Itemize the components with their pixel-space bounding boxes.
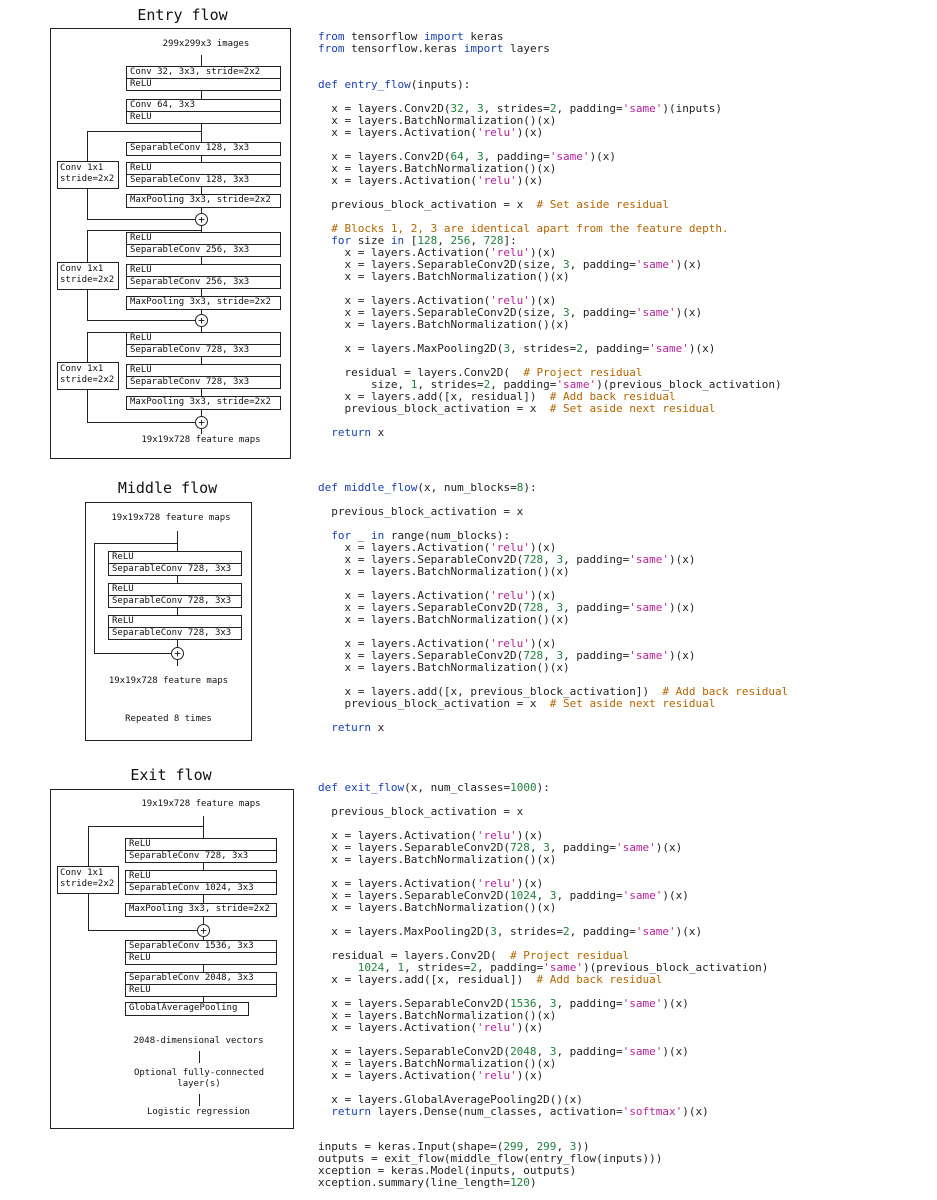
vectors-label: 2048-dimensional vectors [133, 1036, 264, 1046]
exit-shortcut-conv: Conv 1x1 stride=2x2 [57, 866, 119, 894]
middle-relu-sep-a: ReLU SeparableConv 728, 3x3 [108, 551, 242, 576]
fc-label: Optional fully-connected layer(s) [133, 1068, 265, 1089]
exit-flow-code: def exit_flow(x, num_classes=1000): prev… [318, 781, 769, 1118]
add-icon-1: + [195, 213, 208, 226]
exit-flow-panel: 19x19x728 feature maps ReLU SeparableCon… [50, 789, 294, 1129]
entry-input-label: 299x299x3 images [162, 39, 250, 49]
exit-input-label: 19x19x728 feature maps [141, 799, 261, 809]
exit-relu-sep728: ReLU SeparableConv 728, 3x3 [125, 838, 277, 863]
shortcut-conv-2: Conv 1x1 stride=2x2 [57, 262, 119, 290]
maxpool-block-1: MaxPooling 3x3, stride=2x2 [126, 194, 281, 208]
main-code: inputs = keras.Input(shape=(299, 299, 3)… [318, 1140, 663, 1189]
exit-sep2048-relu: SeparableConv 2048, 3x3 ReLU [125, 972, 277, 997]
conv32-block: Conv 32, 3x3, stride=2x2 ReLU [126, 66, 281, 91]
relu-sep728-block-b: ReLU SeparableConv 728, 3x3 [126, 364, 281, 389]
middle-flow-code: def middle_flow(x, num_blocks=8): previo… [318, 481, 789, 734]
relu-sep128-block: ReLU SeparableConv 128, 3x3 [126, 162, 281, 187]
sep128-block-a: SeparableConv 128, 3x3 [126, 142, 281, 156]
exit-flow-title: Exit flow [130, 766, 212, 784]
entry-output-label: 19x19x728 feature maps [141, 435, 261, 445]
add-icon-2: + [195, 314, 208, 327]
middle-input-label: 19x19x728 feature maps [111, 513, 231, 523]
conv64-block: Conv 64, 3x3 ReLU [126, 99, 281, 124]
add-icon-3: + [195, 416, 208, 429]
relu-sep728-block-a: ReLU SeparableConv 728, 3x3 [126, 332, 281, 357]
middle-output-label: 19x19x728 feature maps [108, 676, 229, 686]
shortcut-conv-3: Conv 1x1 stride=2x2 [57, 362, 119, 390]
middle-add-icon: + [171, 647, 184, 660]
entry-flow-panel: 299x299x3 images Conv 32, 3x3, stride=2x… [50, 28, 291, 459]
exit-add-icon: + [197, 924, 210, 937]
middle-relu-sep-c: ReLU SeparableConv 728, 3x3 [108, 615, 242, 640]
middle-flow-panel: 19x19x728 feature maps ReLU SeparableCon… [85, 502, 252, 741]
middle-relu-sep-b: ReLU SeparableConv 728, 3x3 [108, 583, 242, 608]
maxpool-block-3: MaxPooling 3x3, stride=2x2 [126, 396, 281, 410]
shortcut-conv-1: Conv 1x1 stride=2x2 [57, 161, 119, 189]
logreg-label: Logistic regression [147, 1107, 250, 1117]
exit-maxpool: MaxPooling 3x3, stride=2x2 [125, 903, 277, 917]
relu-sep256-block-b: ReLU SeparableConv 256, 3x3 [126, 264, 281, 289]
middle-flow-title: Middle flow [117, 479, 218, 497]
exit-sep1536-relu: SeparableConv 1536, 3x3 ReLU [125, 940, 277, 965]
relu-sep256-block-a: ReLU SeparableConv 256, 3x3 [126, 232, 281, 257]
entry-flow-code: from tensorflow import keras from tensor… [318, 30, 782, 439]
exit-relu-sep1024: ReLU SeparableConv 1024, 3x3 [125, 870, 277, 895]
repeat-label: Repeated 8 times [125, 714, 212, 724]
maxpool-block-2: MaxPooling 3x3, stride=2x2 [126, 296, 281, 310]
entry-flow-title: Entry flow [137, 6, 228, 24]
exit-gap: GlobalAveragePooling [125, 1002, 249, 1016]
